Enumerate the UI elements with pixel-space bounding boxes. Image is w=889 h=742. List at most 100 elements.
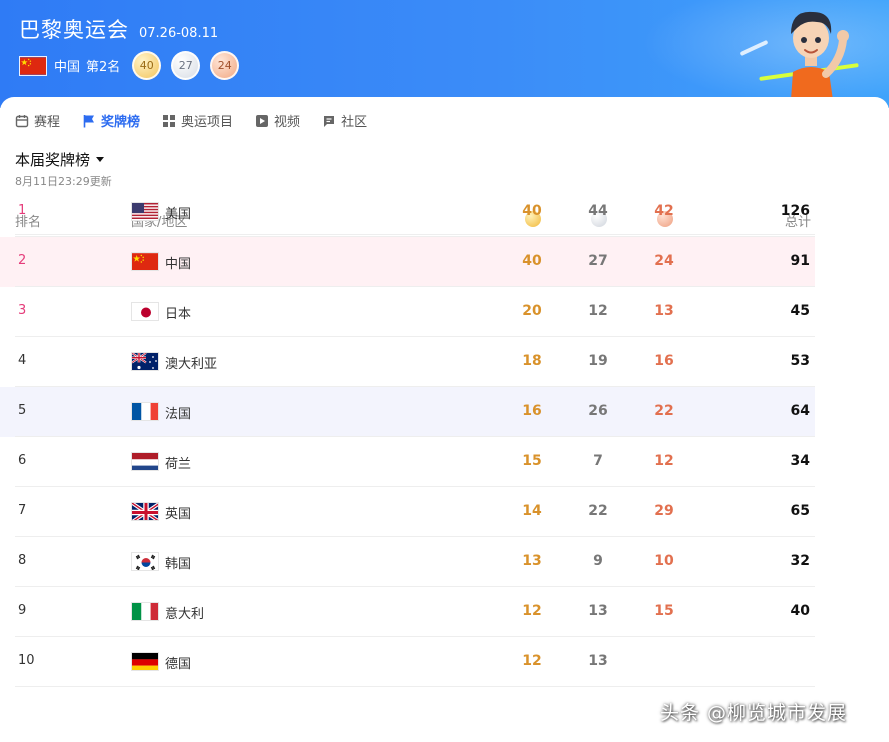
row-rank: 9: [18, 603, 27, 618]
silver-count: 12: [588, 303, 608, 319]
row-rank: 10: [18, 653, 35, 668]
silver-count: 19: [588, 353, 608, 369]
row-rank: 6: [18, 453, 27, 468]
table-row[interactable]: 8 韩国 13 9 10 32: [0, 537, 889, 587]
country-name: 英国: [165, 507, 192, 522]
silver-count: 13: [588, 603, 608, 619]
bronze-count: 15: [654, 603, 674, 619]
tab-label: 社区: [341, 115, 368, 130]
netherlands-flag-icon: [131, 452, 159, 471]
table-row[interactable]: 1 美国 40 44 42 126: [0, 187, 889, 237]
tab-medals[interactable]: 奖牌榜: [82, 111, 140, 130]
bronze-count: 13: [654, 303, 674, 319]
gold-count: 12: [522, 653, 542, 669]
total-count: 126: [780, 203, 810, 219]
gold-count: 14: [522, 503, 542, 519]
country-name: 德国: [165, 657, 192, 672]
country-summary[interactable]: 中国 第2名 40 27 24: [19, 51, 240, 80]
table-row[interactable]: 4 澳大利亚 18 19 16 53: [0, 337, 889, 387]
mascot-illustration: [791, 11, 849, 100]
bronze-count: 10: [654, 553, 674, 569]
table-row[interactable]: 3 日本 20 12 13 45: [0, 287, 889, 337]
silver-count: 7: [593, 453, 603, 469]
usa-flag-icon: [131, 202, 159, 221]
medal-table-selector[interactable]: 本届奖牌榜: [15, 149, 105, 170]
country-name: 荷兰: [165, 457, 192, 472]
total-count: 65: [790, 503, 810, 519]
country-name: 日本: [165, 307, 192, 322]
silver-count: 44: [588, 203, 608, 219]
page-title: 巴黎奥运会: [19, 18, 129, 42]
silver-count: 13: [588, 653, 608, 669]
china-flag-icon: [19, 55, 47, 76]
row-rank: 3: [18, 303, 27, 318]
caret-down-icon: [96, 157, 105, 162]
italy-flag-icon: [131, 602, 159, 621]
table-row[interactable]: 6 荷兰 15 7 12 34: [0, 437, 889, 487]
calendar-icon: [15, 114, 29, 127]
total-count: 40: [790, 603, 810, 619]
event-dates: 07.26-08.11: [139, 26, 219, 41]
flag-icon: [83, 114, 95, 127]
korea-flag-icon: [131, 552, 159, 571]
tab-label: 赛程: [34, 115, 61, 130]
tab-sports[interactable]: 奥运项目: [162, 111, 233, 130]
silver-count: 22: [588, 503, 608, 519]
play-icon: [256, 114, 269, 127]
bronze-count: 42: [654, 203, 674, 219]
grid-icon: [163, 114, 176, 127]
france-flag-icon: [131, 402, 159, 421]
silver-count: 27: [588, 253, 608, 269]
germany-flag-icon: [131, 652, 159, 671]
bronze-count: 12: [654, 453, 674, 469]
tab-video[interactable]: 视频: [255, 111, 300, 130]
chat-icon: [324, 115, 335, 127]
gold-count: 13: [522, 553, 542, 569]
tab-label: 奖牌榜: [101, 115, 141, 130]
australia-flag-icon: [131, 352, 159, 371]
gold-count: 18: [522, 353, 542, 369]
row-rank: 7: [18, 503, 27, 518]
china-flag-icon: [131, 252, 159, 271]
total-count: 34: [790, 453, 810, 469]
gold-count: 15: [522, 453, 542, 469]
table-row[interactable]: 9 意大利 12 13 15 40: [0, 587, 889, 637]
country-name: 意大利: [165, 607, 205, 622]
header-banner: 巴黎奥运会 07.26-08.11 中国 第2名 40 27 24: [0, 0, 889, 108]
silver-medal-count: 27: [171, 51, 201, 80]
gold-medal-count: 40: [132, 51, 162, 80]
tab-bar: 赛程 奖牌榜 奥运项目 视频 社区: [15, 111, 389, 130]
silver-count: 26: [588, 403, 608, 419]
bronze-medal-count: 24: [210, 51, 240, 80]
tab-schedule[interactable]: 赛程: [15, 111, 60, 130]
table-row[interactable]: 7 英国 14 22 29 65: [0, 487, 889, 537]
gold-count: 40: [522, 203, 542, 219]
row-rank: 4: [18, 353, 27, 368]
watermark: 头条 @柳览城市发展: [660, 702, 848, 724]
country-name: 法国: [165, 407, 192, 422]
section-title: 本届奖牌榜: [15, 151, 91, 169]
gold-count: 16: [522, 403, 542, 419]
country-name: 澳大利亚: [165, 357, 218, 372]
silver-count: 9: [593, 553, 603, 569]
country-name: 美国: [165, 207, 192, 222]
table-row[interactable]: 5 法国 16 26 22 64: [0, 387, 889, 437]
country-name: 中国: [54, 60, 81, 75]
table-row[interactable]: 10 德国 12 13: [0, 637, 889, 687]
total-count: 32: [790, 553, 810, 569]
country-name: 韩国: [165, 557, 192, 572]
total-count: 91: [790, 253, 810, 269]
country-rank: 第2名: [86, 60, 121, 75]
japan-flag-icon: [131, 302, 159, 321]
row-rank: 8: [18, 553, 27, 568]
country-name: 中国: [165, 257, 192, 272]
table-row[interactable]: 2 中国 40 27 24 91: [0, 237, 889, 287]
bronze-count: 24: [654, 253, 674, 269]
uk-flag-icon: [131, 502, 159, 521]
tab-community[interactable]: 社区: [322, 111, 367, 130]
row-rank: 1: [18, 203, 27, 218]
total-count: 45: [790, 303, 810, 319]
gold-count: 20: [522, 303, 542, 319]
gold-count: 12: [522, 603, 542, 619]
total-count: 53: [790, 353, 810, 369]
